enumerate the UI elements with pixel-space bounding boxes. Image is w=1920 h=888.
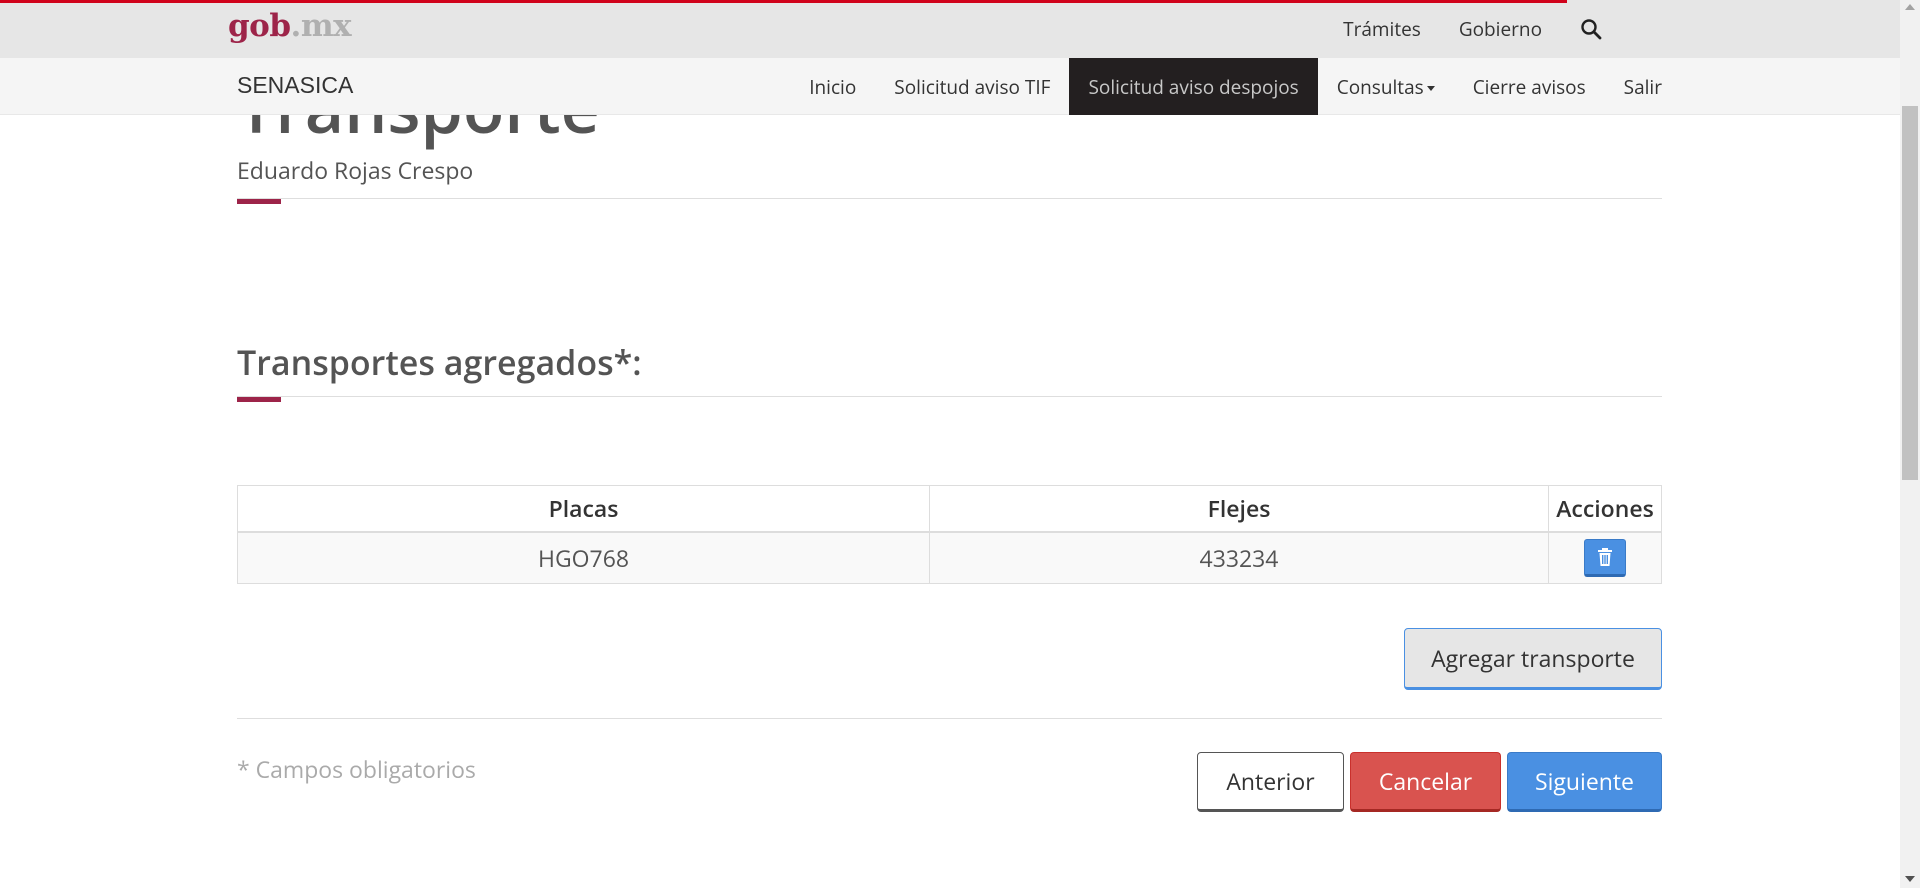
logo-mx-text: .mx: [290, 8, 352, 44]
nav-item-inicio[interactable]: Inicio: [790, 58, 875, 115]
title-accent-bar: [237, 199, 281, 204]
title-divider: [237, 198, 1662, 199]
table-header-row: Placas Flejes Acciones: [237, 485, 1662, 533]
column-header-placas: Placas: [237, 485, 930, 533]
search-icon[interactable]: [1580, 18, 1602, 40]
gob-header-links: Trámites Gobierno: [1343, 0, 1602, 58]
nav-item-label: Cierre avisos: [1472, 73, 1586, 100]
cell-acciones: [1548, 531, 1662, 584]
nav-item-cierre-avisos[interactable]: Cierre avisos: [1454, 58, 1605, 115]
required-fields-note: * Campos obligatorios: [237, 753, 476, 785]
nav-item-label: Consultas: [1336, 73, 1424, 100]
section-accent-bar: [237, 397, 281, 402]
cell-flejes: 433234: [929, 531, 1549, 584]
trash-icon: [1598, 547, 1612, 566]
section-title: Transportes agregados*:: [237, 339, 642, 385]
section-divider: [237, 396, 1662, 397]
scrollbar-thumb[interactable]: [1902, 106, 1918, 480]
navbar-menu: Inicio Solicitud aviso TIF Solicitud avi…: [790, 58, 1662, 115]
navbar-brand[interactable]: SENASICA: [237, 72, 353, 99]
nav-item-label: Salir: [1623, 73, 1662, 100]
gob-header: gob.mx Trámites Gobierno: [0, 0, 1900, 58]
nav-item-solicitud-aviso-despojos[interactable]: Solicitud aviso despojos: [1069, 58, 1318, 115]
scroll-down-arrow-icon[interactable]: [1905, 876, 1915, 882]
form-divider: [237, 718, 1662, 719]
nav-item-salir[interactable]: Salir: [1605, 58, 1662, 115]
next-button[interactable]: Siguiente: [1507, 752, 1662, 812]
logo-gob-text: gob: [228, 8, 291, 44]
delete-row-button[interactable]: [1584, 538, 1626, 577]
vertical-scrollbar[interactable]: [1900, 0, 1920, 888]
nav-item-consultas[interactable]: Consultas: [1318, 58, 1454, 115]
add-transport-button[interactable]: Agregar transporte: [1404, 628, 1662, 690]
header-link-tramites[interactable]: Trámites: [1343, 16, 1421, 42]
scroll-up-arrow-icon[interactable]: [1905, 4, 1915, 10]
gob-mx-logo[interactable]: gob.mx: [228, 8, 352, 44]
cancel-button[interactable]: Cancelar: [1350, 752, 1501, 812]
nav-item-label: Solicitud aviso TIF: [894, 73, 1051, 100]
caret-down-icon: [1426, 85, 1435, 91]
main-navbar: SENASICA Inicio Solicitud aviso TIF Soli…: [0, 58, 1900, 115]
column-header-flejes: Flejes: [929, 485, 1549, 533]
table-row: HGO768 433234: [237, 531, 1662, 584]
nav-item-solicitud-aviso-tif[interactable]: Solicitud aviso TIF: [875, 58, 1069, 115]
cell-placas: HGO768: [237, 531, 930, 584]
transport-table: Placas Flejes Acciones HGO768 433234: [237, 485, 1662, 584]
header-link-gobierno[interactable]: Gobierno: [1459, 16, 1542, 42]
previous-button[interactable]: Anterior: [1197, 752, 1344, 812]
column-header-acciones: Acciones: [1548, 485, 1662, 533]
page-subtitle: Eduardo Rojas Crespo: [237, 154, 474, 186]
page-loading-bar: [0, 0, 1567, 3]
nav-item-label: Solicitud aviso despojos: [1088, 73, 1299, 100]
nav-item-label: Inicio: [809, 73, 857, 100]
